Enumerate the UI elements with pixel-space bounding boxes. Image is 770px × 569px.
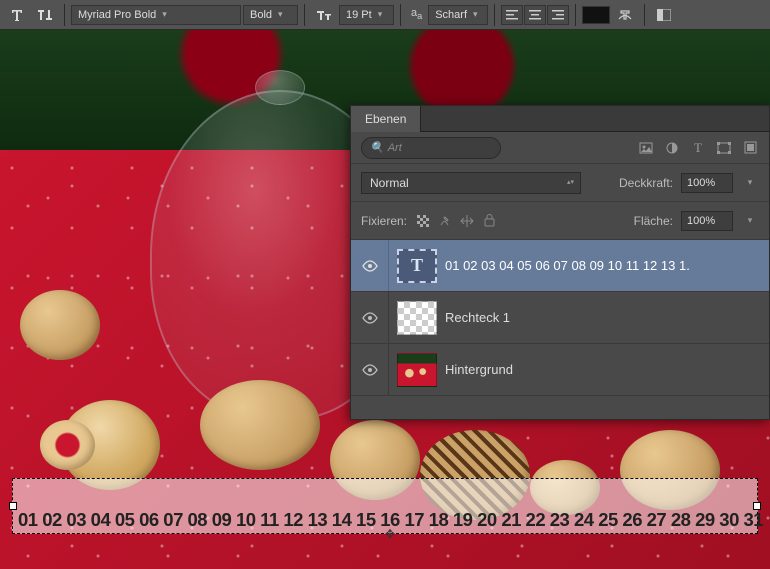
visibility-toggle[interactable] xyxy=(351,344,389,395)
layer-name[interactable]: 01 02 03 04 05 06 07 08 09 10 11 12 13 1… xyxy=(445,258,690,273)
warp-text-icon[interactable] xyxy=(612,3,638,27)
layers-panel: Ebenen 🔍 Art T Normal Deckkraft: 100% ▾ … xyxy=(350,105,770,420)
lock-all-icon[interactable] xyxy=(481,213,497,229)
filter-adjustment-icon[interactable] xyxy=(663,139,681,157)
font-weight-dropdown[interactable]: Bold xyxy=(243,5,298,25)
layer-search-input[interactable]: 🔍 Art xyxy=(361,137,501,159)
layers-list: T 01 02 03 04 05 06 07 08 09 10 11 12 13… xyxy=(351,240,769,396)
layer-thumbnail-shape xyxy=(397,301,437,335)
lock-pixels-icon[interactable] xyxy=(437,213,453,229)
blend-mode-dropdown[interactable]: Normal xyxy=(361,172,581,194)
layer-row-text[interactable]: T 01 02 03 04 05 06 07 08 09 10 11 12 13… xyxy=(351,240,769,292)
separator xyxy=(304,4,305,26)
separator xyxy=(400,4,401,26)
antialias-label: aa xyxy=(411,7,422,21)
tab-layers[interactable]: Ebenen xyxy=(351,106,421,132)
align-left-button[interactable] xyxy=(501,5,523,25)
antialias-dropdown[interactable]: Scharf xyxy=(428,5,488,25)
separator xyxy=(64,4,65,26)
text-options-toolbar: Myriad Pro Bold Bold 19 Pt aa Scharf xyxy=(0,0,770,30)
layer-row-shape[interactable]: Rechteck 1 xyxy=(351,292,769,344)
font-size-dropdown[interactable]: 19 Pt xyxy=(339,5,394,25)
fill-input[interactable]: 100% xyxy=(681,211,733,231)
panels-toggle-icon[interactable] xyxy=(651,3,677,27)
separator xyxy=(644,4,645,26)
lock-label: Fixieren: xyxy=(361,214,407,228)
layer-row-background[interactable]: Hintergrund xyxy=(351,344,769,396)
layer-thumbnail-image xyxy=(397,353,437,387)
opacity-dropdown-icon[interactable]: ▾ xyxy=(741,174,759,192)
text-align-group xyxy=(501,5,569,25)
search-placeholder: Art xyxy=(388,142,402,154)
panel-tab-bar: Ebenen xyxy=(351,106,769,132)
font-size-icon xyxy=(311,3,337,27)
layer-thumbnail-text: T xyxy=(397,249,437,283)
fill-dropdown-icon[interactable]: ▾ xyxy=(741,212,759,230)
font-family-dropdown[interactable]: Myriad Pro Bold xyxy=(71,5,241,25)
search-icon: 🔍 xyxy=(370,141,384,154)
blend-opacity-row: Normal Deckkraft: 100% ▾ xyxy=(351,164,769,202)
text-color-swatch[interactable] xyxy=(582,6,610,24)
align-center-button[interactable] xyxy=(524,5,546,25)
type-orientation-icon[interactable] xyxy=(32,3,58,27)
layer-name[interactable]: Rechteck 1 xyxy=(445,310,510,325)
separator xyxy=(494,4,495,26)
filter-smartobject-icon[interactable] xyxy=(741,139,759,157)
layer-filter-row: 🔍 Art T xyxy=(351,132,769,164)
filter-shape-icon[interactable] xyxy=(715,139,733,157)
visibility-toggle[interactable] xyxy=(351,292,389,343)
filter-pixel-icon[interactable] xyxy=(637,139,655,157)
opacity-input[interactable]: 100% xyxy=(681,173,733,193)
lock-fill-row: Fixieren: Fläche: 100% ▾ xyxy=(351,202,769,240)
transform-center-icon: ✥ xyxy=(385,527,395,541)
type-tool-icon[interactable] xyxy=(4,3,30,27)
lock-position-icon[interactable] xyxy=(459,213,475,229)
lock-transparency-icon[interactable] xyxy=(415,213,431,229)
visibility-toggle[interactable] xyxy=(351,240,389,291)
opacity-label: Deckkraft: xyxy=(619,176,673,190)
separator xyxy=(575,4,576,26)
filter-type-icon[interactable]: T xyxy=(689,139,707,157)
fill-label: Fläche: xyxy=(634,214,673,228)
layer-name[interactable]: Hintergrund xyxy=(445,362,513,377)
align-right-button[interactable] xyxy=(547,5,569,25)
